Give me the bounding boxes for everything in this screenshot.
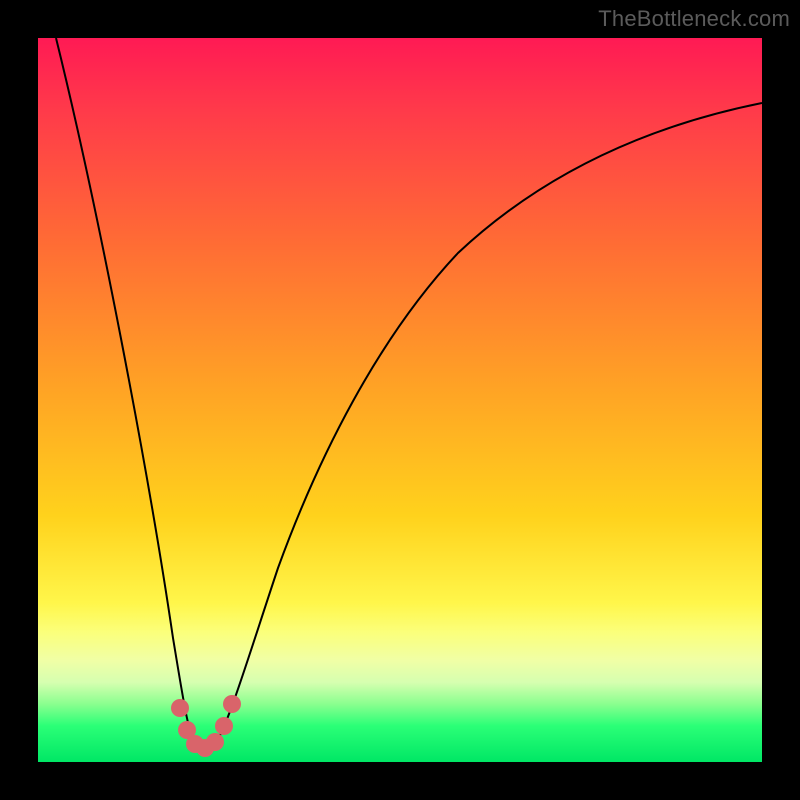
plot-area bbox=[38, 38, 762, 762]
curve-layer bbox=[38, 38, 762, 762]
chart-frame: TheBottleneck.com bbox=[0, 0, 800, 800]
watermark-text: TheBottleneck.com bbox=[598, 6, 790, 32]
trough-highlight bbox=[171, 695, 241, 757]
bottleneck-curve bbox=[56, 38, 762, 751]
